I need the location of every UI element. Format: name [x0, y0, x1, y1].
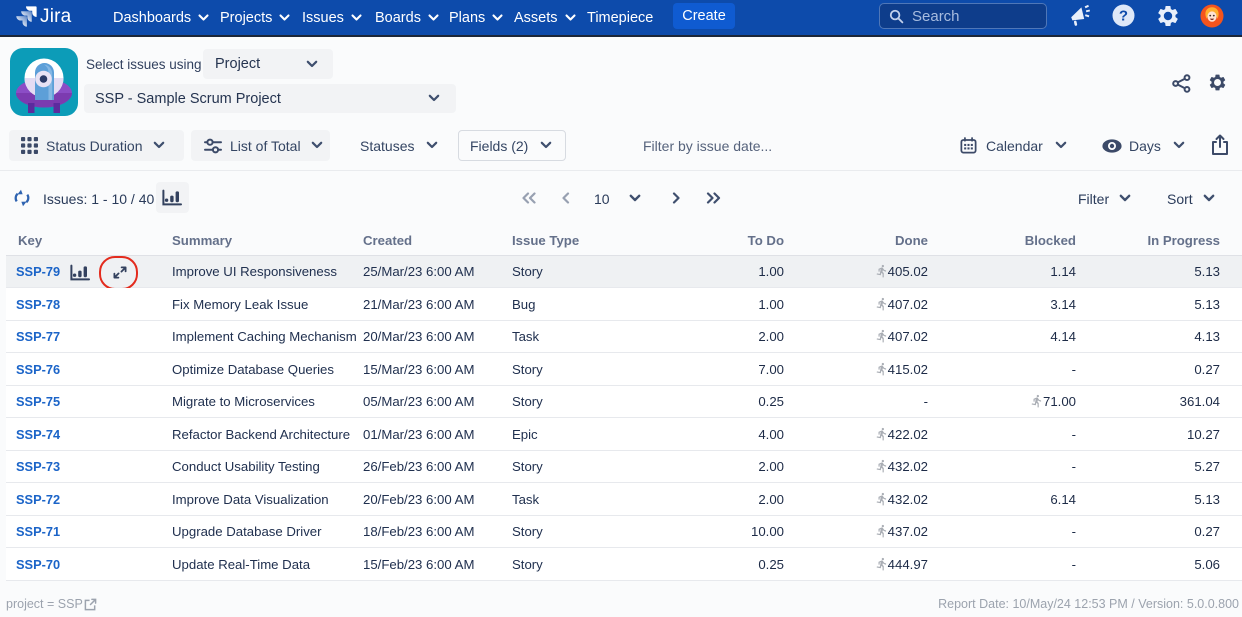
svg-text:?: ? [1119, 8, 1128, 25]
